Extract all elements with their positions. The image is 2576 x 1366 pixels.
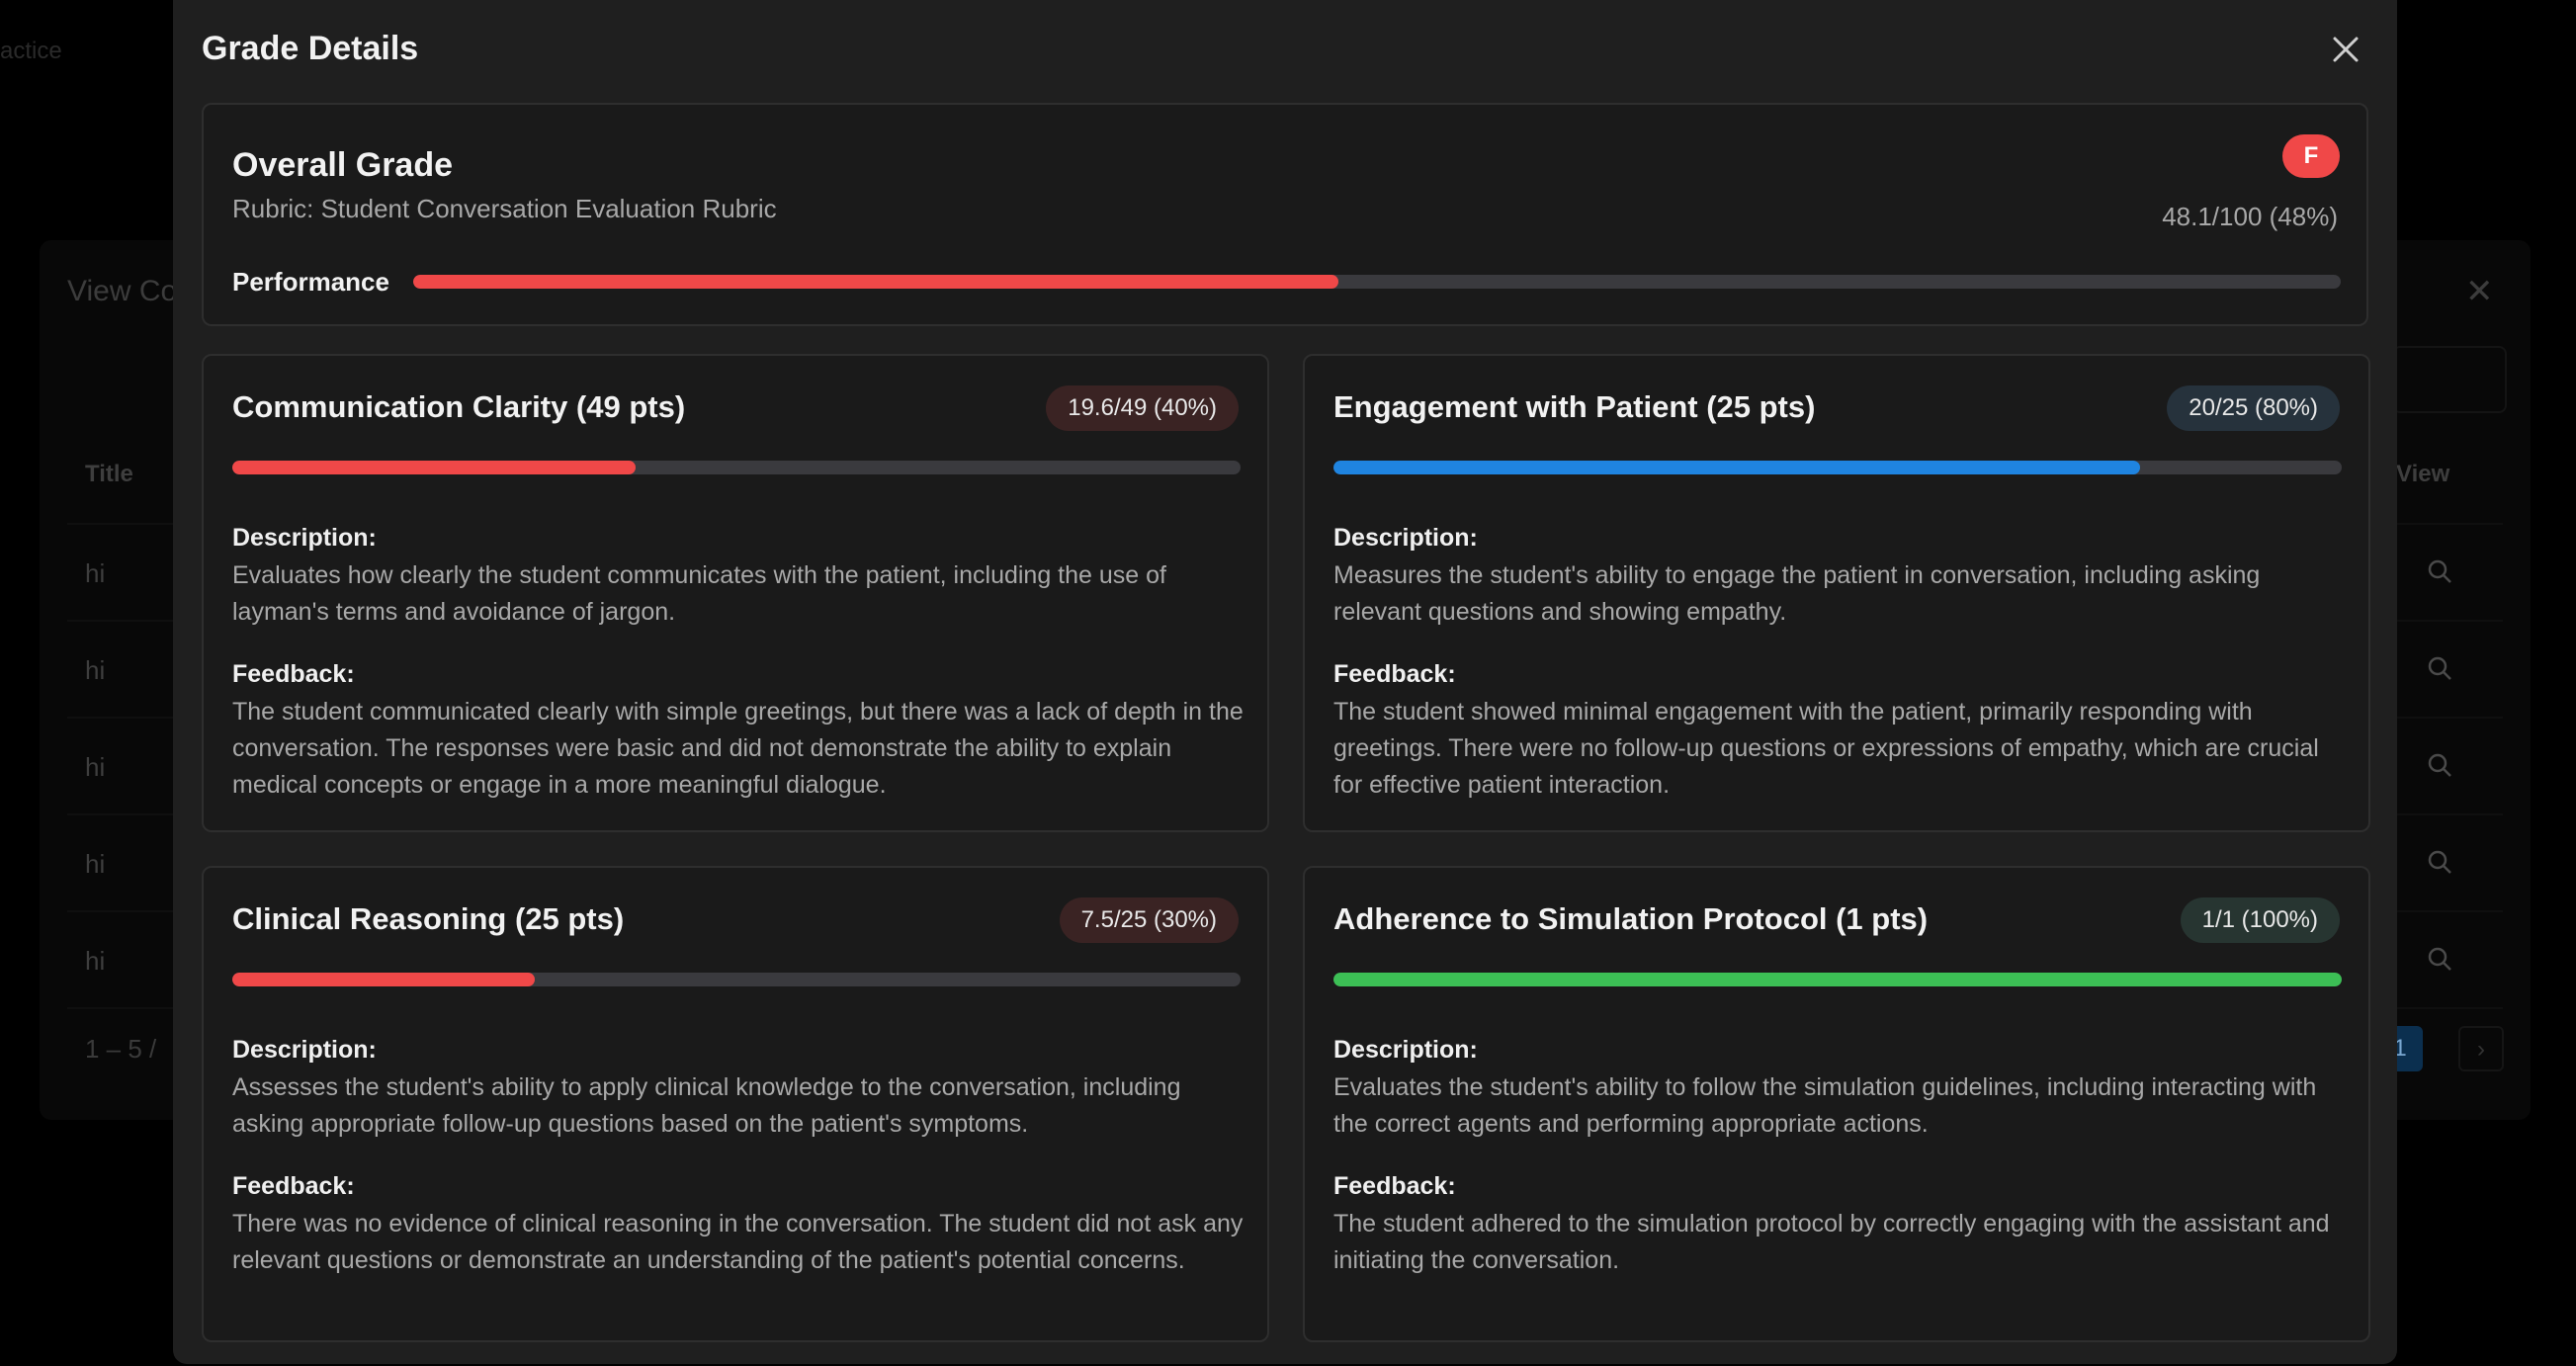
- background-search-input: [2392, 346, 2507, 413]
- close-icon[interactable]: [2328, 32, 2363, 67]
- criterion-title: Engagement with Patient (25 pts): [1333, 389, 1816, 424]
- criterion-card-simulation-protocol: Adherence to Simulation Protocol (1 pts)…: [1303, 866, 2370, 1342]
- feedback-text: There was no evidence of clinical reason…: [232, 1210, 1244, 1274]
- criterion-progress-fill: [1333, 973, 2342, 986]
- criterion-title: Adherence to Simulation Protocol (1 pts): [1333, 901, 1929, 936]
- description-label: Description:: [232, 524, 377, 552]
- feedback-text: The student communicated clearly with si…: [232, 698, 1244, 799]
- performance-progress-bar: [413, 275, 2341, 289]
- feedback-label: Feedback:: [1333, 660, 1456, 688]
- search-icon: [2428, 656, 2451, 680]
- background-column-view: View: [2396, 461, 2450, 487]
- criterion-card-engagement-with-patient: Engagement with Patient (25 pts) 20/25 (…: [1303, 354, 2370, 832]
- description-text: Assesses the student's ability to apply …: [232, 1073, 1181, 1138]
- feedback-label: Feedback:: [1333, 1172, 1456, 1200]
- table-cell-title: hi: [85, 946, 106, 976]
- feedback-text: The student adhered to the simulation pr…: [1333, 1210, 2330, 1274]
- criterion-score-badge: 20/25 (80%): [2167, 385, 2340, 431]
- criterion-score-badge: 19.6/49 (40%): [1046, 385, 1239, 431]
- background-column-title: Title: [85, 461, 133, 487]
- table-cell-title: hi: [85, 752, 106, 782]
- criterion-title: Clinical Reasoning (25 pts): [232, 901, 625, 936]
- background-close-icon: ✕: [2465, 273, 2494, 310]
- criterion-progress-bar: [1333, 461, 2342, 474]
- criterion-progress-fill: [1333, 461, 2140, 474]
- criterion-title: Communication Clarity (49 pts): [232, 389, 686, 424]
- background-panel-title: View Co: [67, 275, 178, 307]
- search-icon: [2428, 947, 2451, 971]
- criterion-score-badge: 7.5/25 (30%): [1059, 897, 1239, 943]
- criterion-progress-bar: [1333, 973, 2342, 986]
- criterion-card-clinical-reasoning: Clinical Reasoning (25 pts) 7.5/25 (30%)…: [202, 866, 1269, 1342]
- description-label: Description:: [1333, 1036, 1478, 1064]
- description-text: Measures the student's ability to engage…: [1333, 561, 2261, 626]
- performance-progress-fill: [413, 275, 1338, 289]
- grade-details-modal: Grade Details Overall Grade Rubric: Stud…: [173, 0, 2397, 1364]
- criterion-progress-fill: [232, 461, 636, 474]
- rubric-name: Rubric: Student Conversation Evaluation …: [232, 194, 777, 223]
- overall-score: 48.1/100 (48%): [2162, 202, 2338, 231]
- criterion-progress-bar: [232, 973, 1241, 986]
- search-icon: [2428, 559, 2451, 583]
- criterion-card-communication-clarity: Communication Clarity (49 pts) 19.6/49 (…: [202, 354, 1269, 832]
- criterion-progress-fill: [232, 973, 535, 986]
- description-label: Description:: [232, 1036, 377, 1064]
- search-icon: [2428, 753, 2451, 777]
- criterion-progress-bar: [232, 461, 1241, 474]
- grade-letter-badge: F: [2282, 134, 2340, 178]
- background-tab-label: actice: [0, 38, 62, 64]
- criterion-score-badge: 1/1 (100%): [2180, 897, 2340, 943]
- feedback-label: Feedback:: [232, 660, 355, 688]
- description-label: Description:: [1333, 524, 1478, 552]
- background-pagination-text: 1 – 5 /: [85, 1034, 157, 1064]
- table-cell-title: hi: [85, 849, 106, 879]
- feedback-text: The student showed minimal engagement wi…: [1333, 698, 2319, 799]
- description-text: Evaluates the student's ability to follo…: [1333, 1073, 2317, 1138]
- performance-label: Performance: [232, 267, 389, 297]
- overall-grade-title: Overall Grade: [232, 146, 454, 184]
- table-cell-title: hi: [85, 655, 106, 685]
- table-cell-title: hi: [85, 558, 106, 588]
- chevron-right-icon: ›: [2458, 1026, 2504, 1071]
- feedback-label: Feedback:: [232, 1172, 355, 1200]
- modal-title: Grade Details: [202, 30, 419, 67]
- search-icon: [2428, 850, 2451, 874]
- overall-grade-card: Overall Grade Rubric: Student Conversati…: [202, 103, 2368, 326]
- description-text: Evaluates how clearly the student commun…: [232, 561, 1166, 626]
